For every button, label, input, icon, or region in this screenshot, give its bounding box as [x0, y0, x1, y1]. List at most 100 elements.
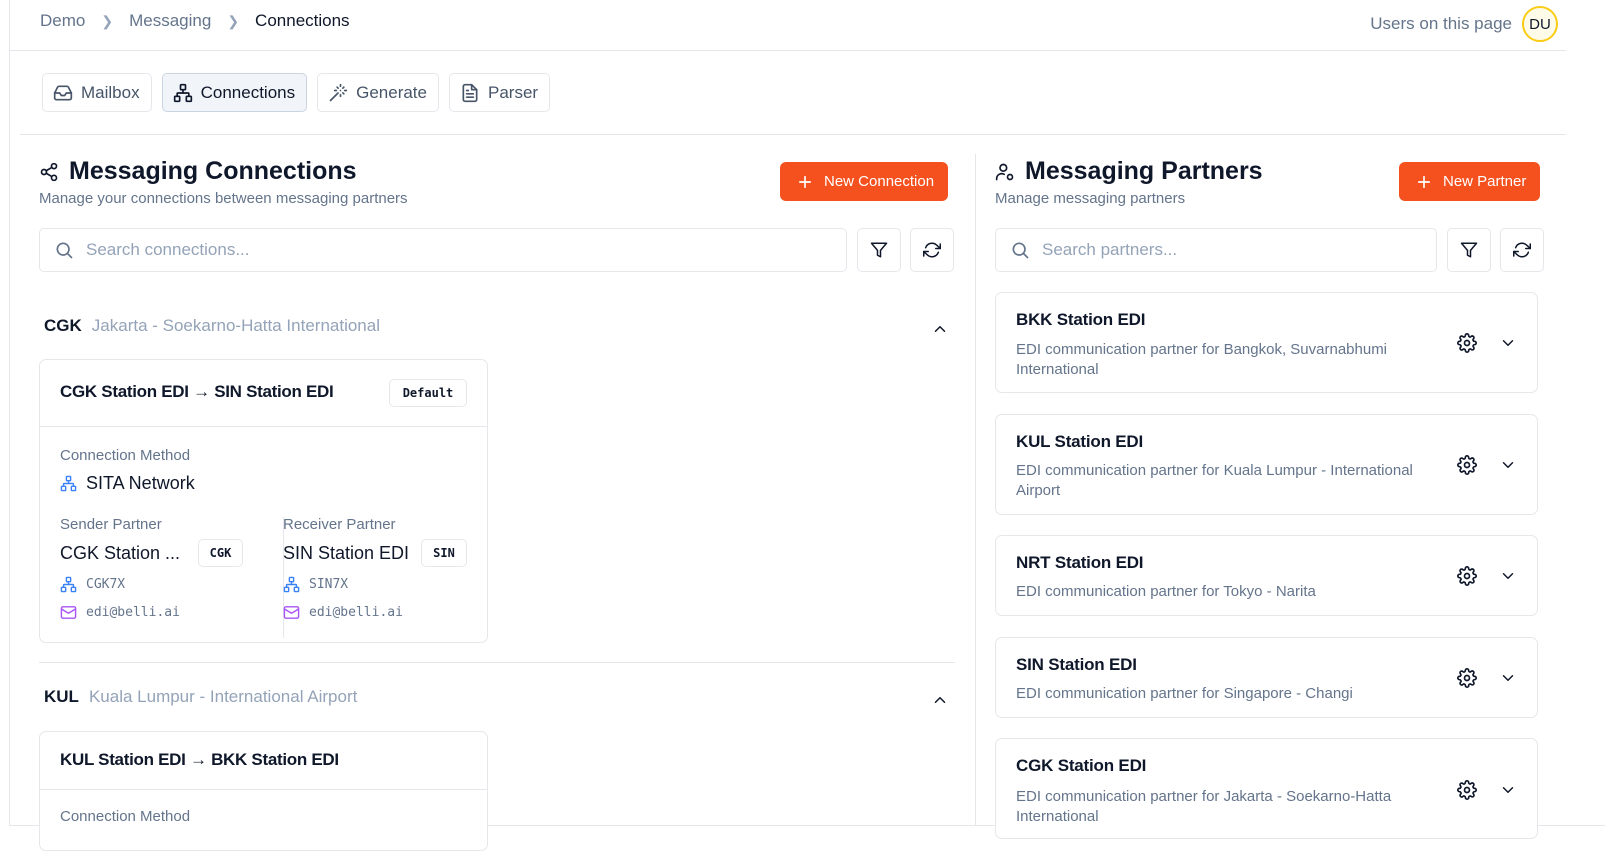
new-partner-button[interactable]: New Partner	[1399, 162, 1541, 201]
sender-address: CGK7X	[60, 576, 125, 593]
network-icon	[60, 475, 77, 492]
connection-method: SITA Network	[60, 473, 195, 494]
plus-icon	[798, 175, 812, 188]
plus-icon	[1417, 175, 1431, 188]
connection-card[interactable]: CGK Station EDI → SIN Station EDI Defaul…	[39, 359, 488, 643]
method-label: Connection Method	[60, 808, 191, 825]
connections-panel: Messaging Connections Manage your connec…	[39, 150, 955, 851]
page-title: Messaging Partners	[1025, 157, 1263, 185]
partner-name: CGK Station EDI	[1016, 756, 1147, 775]
refresh-icon	[923, 242, 941, 258]
breadcrumb-messaging[interactable]: Messaging	[129, 11, 211, 31]
tab-parser[interactable]: Parser	[449, 73, 551, 112]
new-connection-button[interactable]: New Connection	[780, 162, 949, 201]
filter-icon	[870, 242, 888, 258]
partner-card[interactable]: KUL Station EDI EDI communication partne…	[995, 414, 1538, 515]
gear-icon[interactable]	[1457, 455, 1477, 475]
divider	[39, 662, 955, 663]
partner-description: EDI communication partner for Tokyo - Na…	[1016, 583, 1316, 600]
filter-button[interactable]	[857, 228, 901, 272]
chevron-down-icon[interactable]	[1499, 781, 1517, 799]
chevron-down-icon[interactable]	[1499, 669, 1517, 687]
tab-label: Generate	[356, 82, 427, 102]
partner-card[interactable]: SIN Station EDI EDI communication partne…	[995, 637, 1538, 718]
connection-group-kul: KUL Kuala Lumpur - International Airport…	[39, 687, 955, 851]
partner-card[interactable]: BKK Station EDI EDI communication partne…	[995, 292, 1538, 393]
group-code: KUL	[44, 687, 79, 706]
search-partners	[995, 228, 1437, 272]
refresh-button[interactable]	[1500, 228, 1544, 272]
tab-connections[interactable]: Connections	[161, 73, 308, 112]
partner-description: EDI communication partner for Kuala Lump…	[1016, 462, 1413, 499]
partner-name: SIN Station EDI	[1016, 655, 1137, 674]
tab-mailbox[interactable]: Mailbox	[42, 73, 152, 112]
partner-description: EDI communication partner for Bangkok, S…	[1016, 341, 1388, 378]
sender-code-badge: CGK	[198, 539, 243, 567]
breadcrumb: Demo ❯ Messaging ❯ Connections	[40, 11, 350, 31]
group-name: Kuala Lumpur - International Airport	[88, 687, 358, 706]
tab-label: Parser	[488, 82, 539, 102]
search-connections	[39, 228, 847, 272]
sender-label: Sender Partner	[60, 516, 162, 533]
partner-card[interactable]: CGK Station EDI EDI communication partne…	[995, 738, 1538, 839]
users-on-page: Users on this page DU	[1370, 6, 1558, 42]
method-label: Connection Method	[60, 447, 191, 464]
refresh-button[interactable]	[910, 228, 954, 272]
search-icon	[56, 242, 73, 259]
file-text-icon	[462, 83, 478, 102]
new-connection-label: New Connection	[824, 173, 935, 190]
avatar[interactable]: DU	[1522, 6, 1558, 42]
connection-title: KUL Station EDI → BKK Station EDI	[60, 750, 339, 769]
group-name: Jakarta - Soekarno-Hatta International	[91, 316, 380, 335]
group-header[interactable]: CGK Jakarta - Soekarno-Hatta Internation…	[44, 316, 380, 336]
receiver-label: Receiver Partner	[283, 516, 396, 533]
group-header[interactable]: KUL Kuala Lumpur - International Airport	[44, 687, 357, 707]
search-icon	[1012, 242, 1029, 259]
receiver-code-badge: SIN	[421, 539, 467, 567]
gear-icon[interactable]	[1457, 333, 1477, 353]
chevron-down-icon[interactable]	[1499, 567, 1517, 585]
connections-subtitle: Manage your connections between messagin…	[39, 190, 408, 207]
group-code: CGK	[44, 316, 82, 335]
default-badge: Default	[389, 379, 467, 407]
partner-name: KUL Station EDI	[1016, 432, 1144, 451]
tab-generate[interactable]: Generate	[317, 73, 439, 112]
gear-icon[interactable]	[1457, 566, 1477, 586]
partners-title: Messaging Partners	[995, 157, 1263, 186]
page-title: Messaging Connections	[69, 157, 357, 185]
tab-label: Connections	[200, 82, 296, 102]
gear-icon[interactable]	[1457, 668, 1477, 688]
wand-icon	[329, 83, 348, 101]
partner-name: BKK Station EDI	[1016, 310, 1146, 329]
user-cog-icon	[995, 163, 1014, 180]
partner-name: NRT Station EDI	[1016, 553, 1144, 572]
network-icon	[283, 576, 300, 593]
connections-title: Messaging Connections	[39, 157, 357, 186]
users-label: Users on this page	[1370, 14, 1512, 33]
partner-card[interactable]: NRT Station EDI EDI communication partne…	[995, 535, 1538, 616]
card-header: CGK Station EDI → SIN Station EDI Defaul…	[40, 360, 487, 427]
partner-description: EDI communication partner for Singapore …	[1016, 685, 1353, 702]
top-bar: Demo ❯ Messaging ❯ Connections Users on …	[10, 0, 1566, 51]
gear-icon[interactable]	[1457, 780, 1477, 800]
chevron-right-icon: ❯	[227, 12, 240, 29]
chevron-down-icon[interactable]	[1499, 334, 1517, 352]
search-input[interactable]	[86, 240, 799, 260]
filter-button[interactable]	[1447, 228, 1491, 272]
breadcrumb-demo[interactable]: Demo	[40, 11, 85, 31]
mail-icon	[283, 606, 300, 619]
connection-card[interactable]: KUL Station EDI → BKK Station EDI Connec…	[39, 731, 488, 851]
sender-email: edi@belli.ai	[60, 604, 180, 621]
chevron-down-icon[interactable]	[1499, 456, 1517, 474]
network-icon	[60, 576, 77, 593]
sender-address-value: CGK7X	[86, 577, 126, 592]
divider	[20, 134, 1566, 135]
chevron-up-icon[interactable]	[931, 691, 949, 709]
search-input[interactable]	[1042, 240, 1426, 260]
partners-subtitle: Manage messaging partners	[995, 190, 1186, 207]
mail-icon	[60, 606, 77, 619]
sender-email-value: edi@belli.ai	[86, 605, 180, 620]
connection-title: CGK Station EDI → SIN Station EDI	[60, 382, 334, 401]
chevron-up-icon[interactable]	[931, 320, 949, 338]
new-partner-label: New Partner	[1443, 173, 1527, 190]
